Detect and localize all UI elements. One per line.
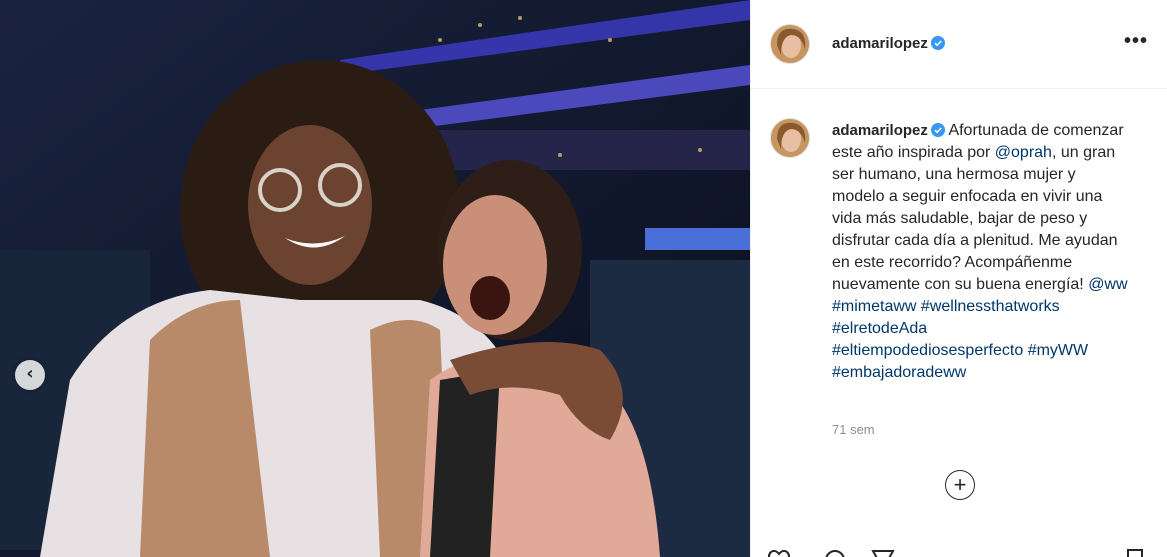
caption-text: adamarilopez Afortunada de comenzar este… xyxy=(832,120,1132,384)
hashtag[interactable]: #elretodeAda xyxy=(832,320,927,337)
caption-username[interactable]: adamarilopez xyxy=(832,122,928,139)
hashtag[interactable]: #myWW xyxy=(1028,342,1088,359)
bookmark-icon[interactable] xyxy=(1123,548,1147,557)
post-header: adamarilopez ••• xyxy=(751,0,1167,89)
mention-ww[interactable]: @ww xyxy=(1088,276,1127,293)
heart-icon[interactable] xyxy=(767,548,791,557)
action-bar xyxy=(751,544,1167,557)
mention-oprah[interactable]: @oprah xyxy=(995,144,1052,161)
verified-badge-icon xyxy=(930,123,945,137)
hashtag[interactable]: #eltiempodediosesperfecto xyxy=(832,342,1023,359)
more-options-button[interactable]: ••• xyxy=(1124,31,1148,51)
post-timestamp[interactable]: 71 sem xyxy=(832,422,875,437)
avatar-image xyxy=(771,25,809,63)
chevron-left-icon: ‹ xyxy=(26,363,34,384)
previous-photo-button[interactable]: ‹ xyxy=(15,360,45,390)
caption-body-continued: , un gran ser humano, una hermosa mujer … xyxy=(832,144,1118,293)
avatar[interactable] xyxy=(770,24,810,64)
load-more-comments-button[interactable]: + xyxy=(945,470,975,500)
hashtag[interactable]: #wellnessthatworks xyxy=(921,298,1060,315)
share-icon[interactable] xyxy=(871,548,895,557)
avatar-image xyxy=(771,119,809,157)
plus-icon: + xyxy=(953,471,967,497)
header-username-row[interactable]: adamarilopez xyxy=(832,35,945,52)
hashtag[interactable]: #mimetaww xyxy=(832,298,916,315)
post-photo[interactable]: ‹ xyxy=(0,0,750,557)
comment-icon[interactable] xyxy=(823,548,847,557)
caption-avatar[interactable] xyxy=(770,118,810,158)
photo-icon xyxy=(0,0,750,557)
verified-badge-icon xyxy=(930,36,945,50)
hashtag[interactable]: #embajadoradeww xyxy=(832,364,966,381)
post-sidebar: adamarilopez ••• adamarilopez Afortunada… xyxy=(750,0,1167,557)
username-link[interactable]: adamarilopez xyxy=(832,35,928,52)
